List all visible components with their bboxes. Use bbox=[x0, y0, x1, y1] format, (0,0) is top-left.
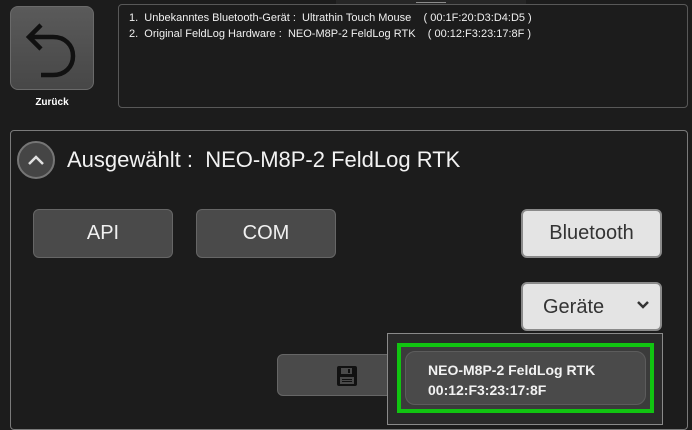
bluetooth-device-list[interactable]: 1. Unbekanntes Bluetooth-Gerät : Ultrath… bbox=[118, 4, 688, 108]
chevron-up-icon bbox=[28, 155, 44, 165]
undo-arrow-icon bbox=[25, 23, 76, 78]
selected-device-title: Ausgewählt : NEO-M8P-2 FeldLog RTK bbox=[67, 147, 461, 172]
option-device-name: NEO-M8P-2 FeldLog RTK bbox=[428, 362, 596, 378]
list-item[interactable]: 2. Original FeldLog Hardware : NEO-M8P-2… bbox=[129, 26, 677, 42]
devices-dropdown[interactable]: Geräte bbox=[521, 282, 662, 331]
dropdown-selected-value: Geräte bbox=[543, 296, 605, 318]
collapse-button[interactable] bbox=[17, 141, 55, 179]
com-button[interactable]: COM bbox=[196, 209, 336, 258]
option-device-address: 00:12:F3:23:17:8F bbox=[428, 382, 547, 398]
back-label: Zurück bbox=[35, 97, 69, 108]
chevron-down-icon bbox=[637, 301, 649, 309]
dropdown-option-card[interactable]: NEO-M8P-2 FeldLog RTK 00:12:F3:23:17:8F bbox=[405, 351, 646, 405]
floppy-disk-icon bbox=[337, 366, 357, 386]
list-item[interactable]: 1. Unbekanntes Bluetooth-Gerät : Ultrath… bbox=[129, 10, 677, 26]
dropdown-option-selected[interactable]: NEO-M8P-2 FeldLog RTK 00:12:F3:23:17:8F bbox=[397, 343, 654, 413]
bluetooth-button[interactable]: Bluetooth bbox=[521, 209, 662, 258]
back-button[interactable] bbox=[10, 6, 94, 90]
api-button[interactable]: API bbox=[33, 209, 173, 258]
grip-line bbox=[416, 2, 446, 3]
